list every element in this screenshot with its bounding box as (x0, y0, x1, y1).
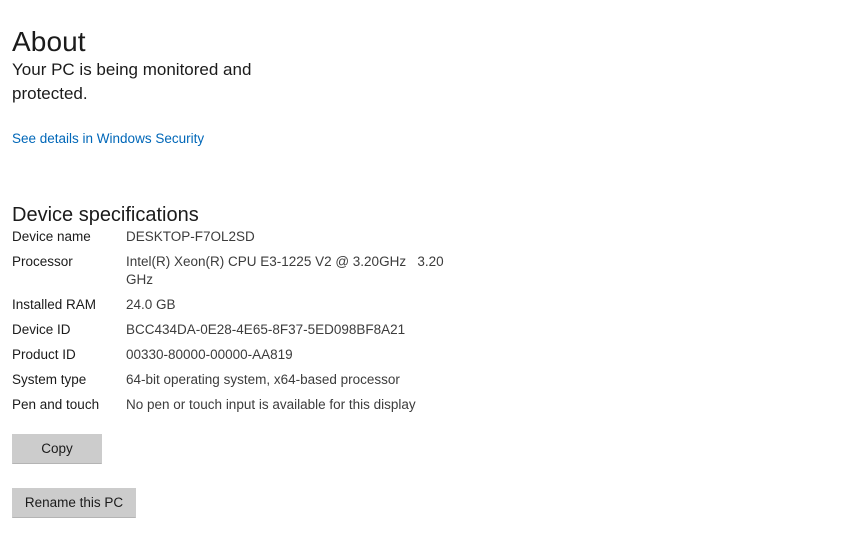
spec-value: 24.0 GB (126, 297, 176, 312)
spec-value: 00330-80000-00000-AA819 (126, 347, 293, 362)
spec-label: Processor (12, 254, 73, 269)
table-row: Installed RAM 24.0 GB (12, 296, 492, 314)
spec-value: BCC434DA-0E28-4E65-8F37-5ED098BF8A21 (126, 322, 406, 337)
spec-value: No pen or touch input is available for t… (126, 397, 416, 412)
spec-value: 64-bit operating system, x64-based proce… (126, 372, 400, 387)
table-row: Device name DESKTOP-F7OL2SD (12, 228, 492, 246)
device-specifications-table: Device name DESKTOP-F7OL2SD Processor In… (12, 228, 492, 421)
rename-pc-button[interactable]: Rename this PC (12, 488, 136, 518)
spec-label: Device name (12, 229, 91, 244)
table-row: Processor Intel(R) Xeon(R) CPU E3-1225 V… (12, 253, 492, 289)
about-settings-page: About Your PC is being monitored and pro… (0, 0, 861, 546)
spec-label: System type (12, 372, 87, 387)
table-row: Product ID 00330-80000-00000-AA819 (12, 346, 492, 364)
spec-label: Product ID (12, 347, 76, 362)
table-row: System type 64-bit operating system, x64… (12, 371, 492, 389)
device-specifications-heading: Device specifications (12, 203, 199, 226)
spec-value: DESKTOP-F7OL2SD (126, 229, 255, 244)
copy-button[interactable]: Copy (12, 434, 102, 464)
spec-label: Pen and touch (12, 397, 100, 412)
spec-label: Device ID (12, 322, 71, 337)
windows-security-link[interactable]: See details in Windows Security (12, 130, 204, 148)
page-title: About (12, 25, 86, 57)
table-row: Device ID BCC434DA-0E28-4E65-8F37-5ED098… (12, 321, 492, 339)
spec-value: Intel(R) Xeon(R) CPU E3-1225 V2 @ 3.20GH… (126, 254, 448, 287)
spec-label: Installed RAM (12, 297, 97, 312)
security-status-text: Your PC is being monitored and protected… (12, 60, 252, 103)
table-row: Pen and touch No pen or touch input is a… (12, 396, 492, 414)
